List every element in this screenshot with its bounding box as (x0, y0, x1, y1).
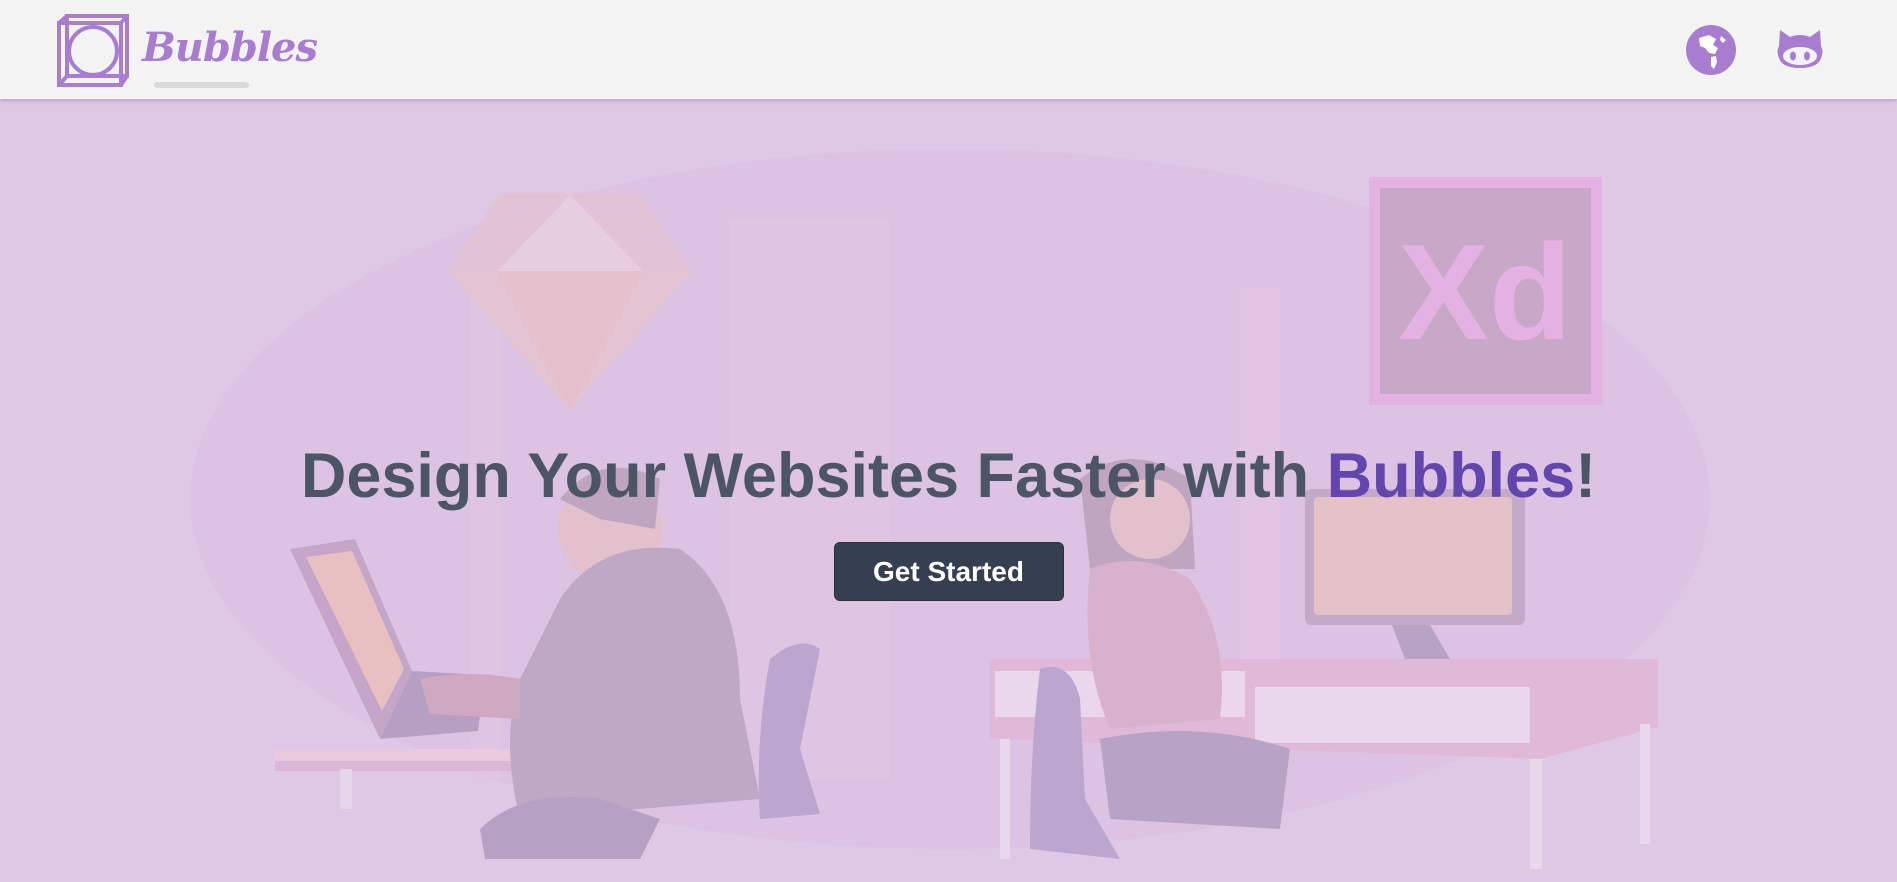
hero-title: Design Your Websites Faster with Bubbles… (0, 430, 1897, 522)
brand-underline (154, 82, 249, 88)
hero-title-suffix: ! (1575, 441, 1597, 511)
globe-icon (1686, 25, 1736, 75)
globe-button[interactable] (1685, 24, 1737, 76)
xd-logo-icon: Xd (1369, 177, 1602, 405)
brand-name: Bubbles (142, 24, 318, 71)
get-started-button[interactable]: Get Started (833, 542, 1064, 601)
hero-section: Design Your Websites Faster with Bubbles… (0, 430, 1897, 601)
github-button[interactable] (1774, 24, 1826, 76)
left-desk-leg (340, 769, 352, 809)
cube-logo-icon (57, 14, 129, 87)
hero-title-prefix: Design Your Websites Faster with (300, 441, 1327, 511)
landing-page: Bubbles Xd Design Your Websites Faster w… (0, 0, 1897, 882)
top-navbar: Bubbles (0, 0, 1897, 99)
brand-logo-link[interactable]: Bubbles (56, 14, 318, 90)
hero-title-brand: Bubbles (1326, 441, 1576, 511)
github-icon (1777, 30, 1823, 68)
xd-logo-text: Xd (1398, 216, 1572, 368)
